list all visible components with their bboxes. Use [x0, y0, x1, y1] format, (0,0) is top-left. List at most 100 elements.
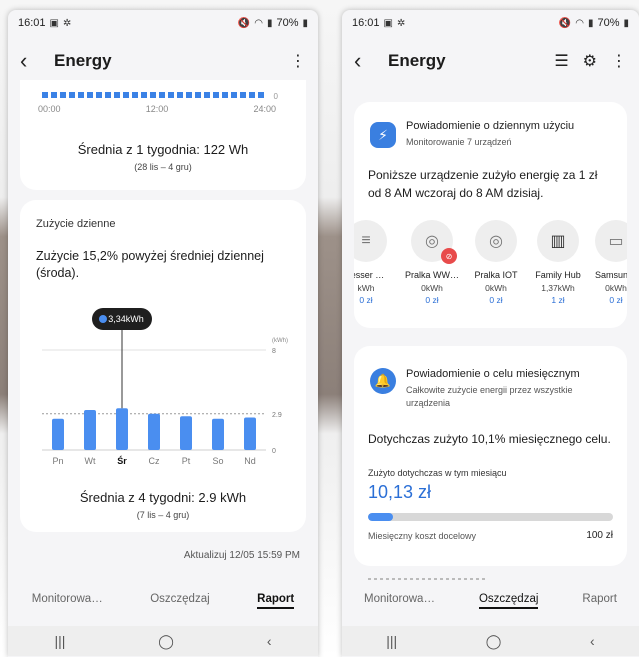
- device-item[interactable]: ≡ resser … kWh 0 zł: [354, 220, 396, 305]
- device-cost: 0 zł: [609, 295, 623, 305]
- bottom-tabs: Monitorowa… Oszczędzaj Raport: [8, 588, 318, 614]
- axis-zero-label: 0: [273, 92, 278, 101]
- device-kwh: 1,37kWh: [541, 283, 575, 293]
- back-arrow-icon[interactable]: ‹: [20, 50, 44, 72]
- gear-icon[interactable]: ⚙: [583, 51, 597, 71]
- system-nav-bar: ||| ◯ ‹: [342, 626, 639, 656]
- device-kwh: 0kWh: [605, 283, 627, 293]
- x-tick-label: Nd: [244, 456, 256, 466]
- home-icon[interactable]: ◯: [158, 633, 174, 650]
- bell-icon: 🔔: [370, 368, 396, 394]
- tab-save[interactable]: Oszczędzaj: [478, 593, 539, 609]
- app-bar: ‹ Energy ⋮: [8, 44, 318, 78]
- settings-gear-icon: ✲: [396, 17, 406, 29]
- next-card-peek: [368, 578, 488, 580]
- phone-left: 16:01 ▣ ✲ 🔇 ◠ ▮ 70% ▮ ‹ Energy ⋮ 0 00:00…: [8, 10, 318, 657]
- daily-usage-chart[interactable]: (kWh) 8 2.9 0 Pn Wt Śr 3,34kWh Cz Pt So Nd: [20, 300, 306, 470]
- daily-usage-notification-card[interactable]: ⚡ Powiadomienie o dziennym użyciu Monito…: [354, 102, 627, 328]
- back-arrow-icon[interactable]: ‹: [354, 50, 378, 72]
- gallery-icon: ▣: [49, 17, 59, 29]
- device-name: Family Hub: [535, 270, 581, 280]
- tab-monitoring[interactable]: Monitorowa…: [364, 593, 435, 609]
- bar-Nd: [244, 417, 256, 450]
- goal-target-label: Miesięczny koszt docelowy: [368, 531, 477, 541]
- washer-icon: ◎: [475, 220, 517, 262]
- schedule-list-icon[interactable]: ☰: [554, 51, 568, 71]
- goal-used-label: Zużyto dotychczas w tym miesiącu: [368, 468, 507, 478]
- device-item[interactable]: ▭ Samsun… 0kWh 0 zł: [586, 220, 627, 305]
- device-item[interactable]: ◎ ⊘ Pralka WW… 0kWh 0 zł: [402, 220, 462, 305]
- nav-back-icon[interactable]: ‹: [267, 633, 272, 649]
- status-bar: 16:01 ▣ ✲ 🔇 ◠ ▮ 70% ▮: [342, 10, 639, 36]
- nav-back-icon[interactable]: ‹: [590, 633, 595, 649]
- battery-level: 70%: [597, 17, 620, 29]
- device-cost: 1 zł: [551, 295, 565, 305]
- device-item[interactable]: ▥ Family Hub 1,37kWh 1 zł: [528, 220, 588, 305]
- more-options-icon[interactable]: ⋮: [290, 51, 306, 71]
- device-list: ≡ resser … kWh 0 zł ◎ ⊘ Pralka WW… 0kWh …: [354, 220, 627, 310]
- bar-Pt: [180, 416, 192, 450]
- weekly-average-card: 0 00:00 12:00 24:00 Średnia z 1 tygodnia…: [20, 80, 306, 190]
- y-tick-label: 2.9: [272, 412, 282, 419]
- more-options-icon[interactable]: ⋮: [611, 51, 627, 71]
- signal-icon: ▮: [266, 17, 273, 29]
- signal-icon: ▮: [587, 17, 594, 29]
- y-unit-label: (kWh): [272, 338, 288, 344]
- weekly-average: Średnia z 1 tygodnia: 122 Wh: [77, 142, 249, 157]
- battery-icon: ▮: [302, 17, 308, 29]
- tab-monitoring[interactable]: Monitorowa…: [32, 593, 103, 609]
- bar-Śr: [116, 408, 128, 450]
- device-kwh: 0kWh: [421, 283, 443, 293]
- notification-subtitle: Monitorowanie 7 urządzeń: [406, 137, 512, 147]
- battery-icon: ▮: [623, 17, 629, 29]
- page-title: Energy: [388, 51, 446, 70]
- tab-save[interactable]: Oszczędzaj: [150, 593, 209, 609]
- tab-report[interactable]: Raport: [582, 593, 617, 609]
- settings-gear-icon: ✲: [62, 17, 72, 29]
- recent-apps-icon[interactable]: |||: [54, 633, 65, 649]
- y-tick-label: 0: [272, 448, 276, 455]
- goal-subtitle: Całkowite zużycie energii przez wszystki…: [406, 385, 573, 408]
- app-bar: ‹ Energy ☰ ⚙ ⋮: [342, 44, 639, 78]
- phone-right: 16:01 ▣ ✲ 🔇 ◠ ▮ 70% ▮ ‹ Energy ☰ ⚙ ⋮ ⚡ P…: [342, 10, 639, 657]
- hour-tick: 24:00: [253, 104, 276, 114]
- recent-apps-icon[interactable]: |||: [386, 633, 397, 649]
- goal-body: Dotychczas zużyto 10,1% miesięcznego cel…: [368, 432, 611, 446]
- x-tick-label: Cz: [149, 456, 160, 466]
- daily-usage-description: Zużycie 15,2% powyżej średniej dziennej …: [36, 249, 264, 280]
- tooltip-value: 3,34kWh: [108, 314, 144, 324]
- wifi-icon: ◠: [254, 17, 263, 29]
- wifi-icon: ◠: [575, 17, 584, 29]
- device-cost: 0 zł: [489, 295, 503, 305]
- daily-usage-card: Zużycie dzienne Zużycie 15,2% powyżej śr…: [20, 200, 306, 532]
- bar-Pn: [52, 418, 64, 450]
- notification-body: Poniższe urządzenie zużyło energię za 1 …: [368, 168, 598, 200]
- device-kwh: 0kWh: [485, 283, 507, 293]
- four-week-average: Średnia z 4 tygodni: 2.9 kWh: [79, 490, 247, 505]
- y-tick-label: 8: [272, 348, 276, 355]
- status-time: 16:01: [352, 17, 380, 29]
- daily-usage-label: Zużycie dzienne: [36, 218, 116, 230]
- four-week-range: (7 lis – 4 gru): [136, 510, 190, 520]
- hour-tick: 00:00: [38, 104, 61, 114]
- x-tick-label: Wt: [85, 456, 96, 466]
- tooltip-dot: [99, 315, 107, 323]
- home-icon[interactable]: ◯: [486, 633, 502, 650]
- tab-report[interactable]: Raport: [257, 593, 295, 609]
- lightning-icon: ⚡: [370, 122, 396, 148]
- last-update: Aktualizuj 12/05 15:59 PM: [183, 550, 300, 561]
- goal-used-amount: 10,13 zł: [368, 482, 432, 502]
- page-title: Energy: [54, 51, 112, 70]
- dishwasher-icon: ≡: [354, 220, 387, 262]
- device-item[interactable]: ◎ Pralka IOT 0kWh 0 zł: [466, 220, 526, 305]
- device-kwh: kWh: [357, 283, 375, 293]
- notification-title: Powiadomienie o dziennym użyciu: [406, 120, 575, 132]
- monthly-goal-card[interactable]: 🔔 Powiadomienie o celu miesięcznym Całko…: [354, 346, 627, 566]
- goal-progress-fill: [368, 513, 393, 521]
- bar-Wt: [84, 410, 96, 450]
- hour-tick: 12:00: [145, 104, 169, 114]
- device-name: Pralka WW…: [405, 270, 459, 280]
- fridge-icon: ▥: [537, 220, 579, 262]
- goal-title: Powiadomienie o celu miesięcznym: [406, 368, 580, 380]
- x-tick-label: Śr: [117, 455, 127, 466]
